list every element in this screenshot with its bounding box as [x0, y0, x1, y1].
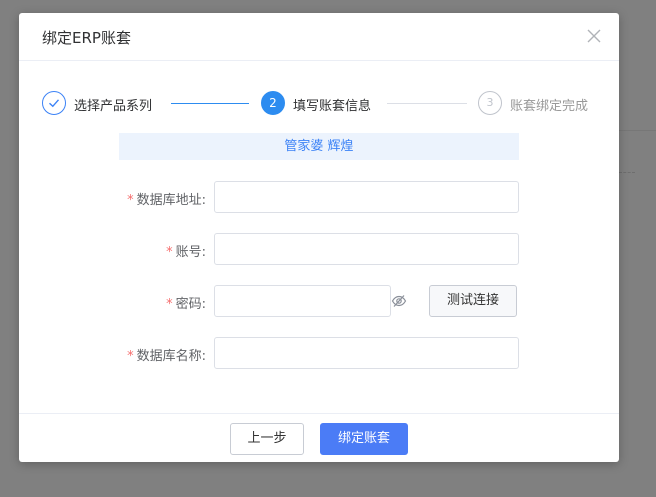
db-address-label: * 数据库地址:	[127, 189, 206, 208]
bind-account-button[interactable]: 绑定账套	[320, 423, 408, 455]
account-label: * 账号:	[166, 241, 206, 260]
eye-hidden-icon[interactable]	[391, 293, 407, 309]
background-divider	[619, 130, 656, 131]
required-mark: *	[127, 349, 134, 364]
bind-erp-dialog: 绑定ERP账套 选择产品系列 2 填写账套信息 3 账套绑定完成 管家婆 辉煌 …	[19, 13, 619, 462]
background-dashed-line	[619, 172, 635, 173]
step-connector-1	[171, 103, 249, 104]
db-name-label-text: 数据库名称:	[136, 349, 206, 364]
db-address-label-text: 数据库地址:	[136, 193, 206, 208]
step-connector-2	[387, 103, 467, 104]
account-label-text: 账号:	[175, 245, 206, 260]
step-1-indicator	[42, 91, 66, 115]
required-mark: *	[127, 193, 134, 208]
step-2-indicator: 2	[261, 91, 285, 115]
test-connection-button[interactable]: 测试连接	[429, 285, 517, 317]
db-name-input[interactable]	[214, 337, 519, 369]
required-mark: *	[166, 297, 173, 312]
required-mark: *	[166, 245, 173, 260]
db-address-input[interactable]	[214, 181, 519, 213]
dialog-header: 绑定ERP账套	[19, 13, 619, 61]
step-1-label: 选择产品系列	[74, 99, 153, 114]
step-2-label: 填写账套信息	[293, 99, 372, 114]
dialog-footer	[19, 413, 619, 462]
product-banner: 管家婆 辉煌	[119, 133, 519, 160]
db-name-label: * 数据库名称:	[127, 345, 206, 364]
password-label-text: 密码:	[175, 297, 206, 312]
dialog-title: 绑定ERP账套	[42, 29, 131, 47]
close-icon[interactable]	[585, 27, 603, 45]
previous-step-button[interactable]: 上一步	[230, 423, 304, 455]
check-icon	[49, 99, 60, 108]
step-3-indicator: 3	[478, 91, 502, 115]
password-input[interactable]	[214, 285, 391, 317]
password-label: * 密码:	[166, 293, 206, 312]
account-input[interactable]	[214, 233, 519, 265]
step-3-label: 账套绑定完成	[510, 99, 589, 114]
